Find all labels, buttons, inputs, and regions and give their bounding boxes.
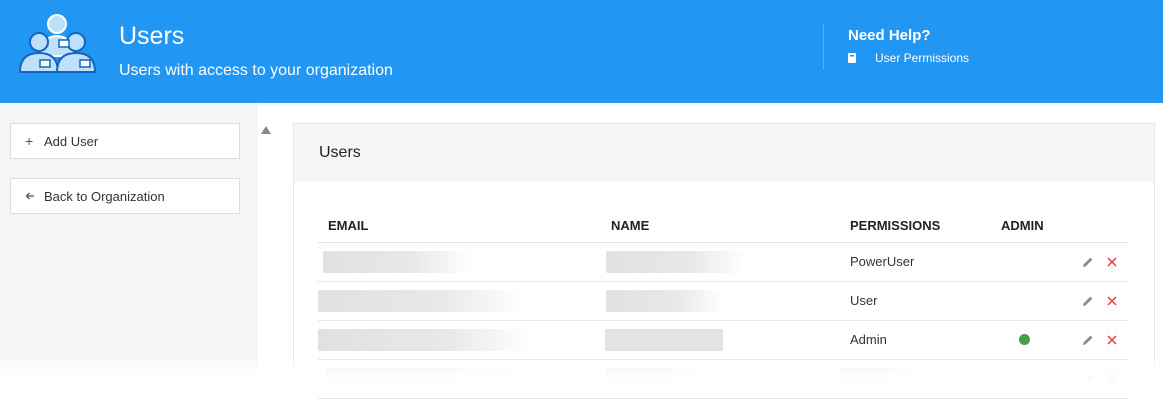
email-cell-redacted [326, 367, 526, 390]
user-permissions-link[interactable]: User Permissions [848, 51, 969, 65]
name-cell-redacted [606, 367, 701, 390]
table-header-row: EMAIL NAME PERMISSIONS ADMIN [318, 210, 1128, 243]
column-header-actions [1061, 210, 1128, 243]
table-row[interactable]: User [318, 281, 1128, 321]
plus-icon: + [25, 133, 34, 149]
add-user-label: Add User [44, 133, 99, 149]
email-cell-redacted [323, 250, 473, 273]
delete-x-icon[interactable] [1106, 334, 1118, 346]
delete-x-icon[interactable] [1106, 256, 1118, 268]
users-panel: Users EMAIL NAME PERMISSIONS ADMIN Power… [293, 123, 1155, 399]
column-header-email[interactable]: EMAIL [318, 210, 601, 243]
permission-cell-redacted [840, 367, 915, 390]
admin-cell [991, 242, 1061, 282]
users-group-icon [18, 14, 97, 73]
user-permissions-link-label: User Permissions [875, 51, 970, 65]
page-title: Users [119, 22, 185, 50]
help-divider [823, 24, 824, 70]
delete-x-icon[interactable] [1106, 373, 1118, 385]
admin-cell [991, 320, 1061, 360]
add-user-button[interactable]: + Add User [10, 123, 240, 159]
back-to-organization-button[interactable]: Back to Organization [10, 178, 240, 214]
permission-cell: PowerUser [840, 242, 991, 282]
edit-pencil-icon[interactable] [1082, 334, 1094, 346]
table-row[interactable]: Admin [318, 320, 1128, 360]
scroll-up-arrow[interactable] [261, 126, 271, 134]
column-header-admin[interactable]: ADMIN [991, 210, 1061, 243]
column-header-permissions[interactable]: PERMISSIONS [840, 210, 991, 243]
back-to-organization-label: Back to Organization [44, 188, 165, 204]
arrow-left-icon [25, 192, 34, 200]
delete-x-icon[interactable] [1106, 295, 1118, 307]
help-title: Need Help? [848, 27, 931, 44]
edit-pencil-icon[interactable] [1082, 256, 1094, 268]
edit-pencil-icon[interactable] [1082, 373, 1094, 385]
edit-pencil-icon[interactable] [1082, 295, 1094, 307]
name-cell-redacted [605, 328, 723, 351]
panel-title: Users [294, 124, 1154, 182]
email-cell-redacted [318, 289, 523, 312]
table-row[interactable] [318, 359, 1128, 399]
page-header: Users Users with access to your organiza… [0, 0, 1163, 103]
permission-cell: Admin [840, 320, 991, 360]
column-header-name[interactable]: NAME [601, 210, 840, 243]
name-cell-redacted [606, 250, 746, 273]
book-icon [848, 53, 856, 63]
email-cell-redacted [318, 328, 533, 351]
permission-cell: User [840, 281, 991, 321]
admin-cell [991, 281, 1061, 321]
name-cell-redacted [606, 289, 724, 312]
admin-status-dot [1019, 334, 1030, 345]
admin-cell [991, 359, 1061, 399]
users-table: EMAIL NAME PERMISSIONS ADMIN PowerUser U… [318, 210, 1128, 399]
sidebar: + Add User Back to Organization [0, 103, 258, 393]
table-row[interactable]: PowerUser [318, 242, 1128, 282]
page-subtitle: Users with access to your organization [119, 62, 393, 79]
